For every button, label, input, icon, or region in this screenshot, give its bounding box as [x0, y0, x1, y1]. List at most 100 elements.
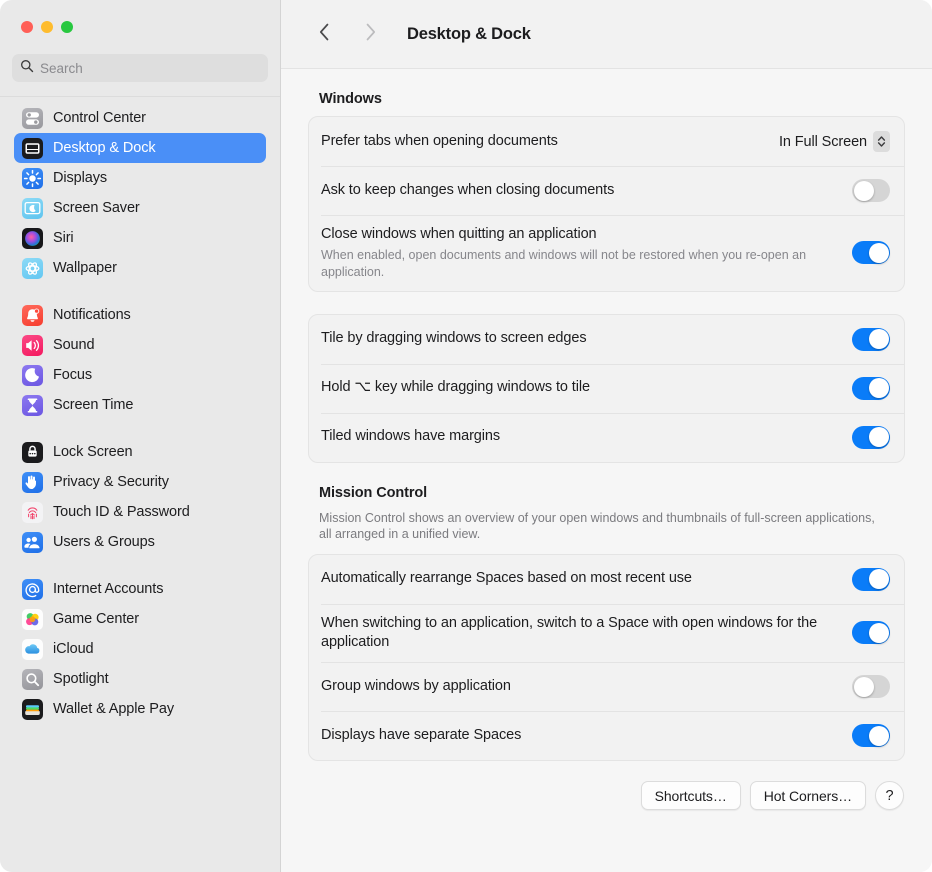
back-button[interactable] — [309, 19, 339, 49]
chevron-up-down-icon — [873, 131, 890, 152]
sidebar-item-wallpaper[interactable]: Wallpaper — [14, 253, 266, 283]
settings-row-label: Group windows by application — [321, 677, 840, 696]
sidebar-item-privacy-security[interactable]: Privacy & Security — [14, 467, 266, 497]
toggle-switch[interactable] — [852, 426, 890, 449]
section-heading: Windows — [308, 91, 905, 107]
search-icon — [20, 59, 34, 78]
siri-icon — [22, 228, 43, 249]
sidebar-item-screen-time[interactable]: Screen Time — [14, 390, 266, 420]
main-panel: Desktop & Dock Windows Prefer tabs when … — [281, 0, 932, 872]
toggle-switch[interactable] — [852, 241, 890, 264]
sidebar-item-icloud[interactable]: iCloud — [14, 634, 266, 664]
settings-row-label: Hold ⌥ key while dragging windows to til… — [321, 378, 840, 397]
hot-corners-button[interactable]: Hot Corners… — [750, 781, 866, 810]
maximize-window-button[interactable] — [61, 21, 73, 33]
privacy-and-security-icon — [22, 472, 43, 493]
toggle-knob — [854, 181, 874, 201]
wallpaper-icon — [22, 258, 43, 279]
sidebar-item-touch-id-password[interactable]: Touch ID & Password — [14, 497, 266, 527]
shortcuts-button[interactable]: Shortcuts… — [641, 781, 741, 810]
sidebar-item-game-center[interactable]: Game Center — [14, 604, 266, 634]
icloud-icon — [22, 639, 43, 660]
sidebar-item-sound[interactable]: Sound — [14, 330, 266, 360]
sidebar-item-users-groups[interactable]: Users & Groups — [14, 527, 266, 557]
minimize-window-button[interactable] — [41, 21, 53, 33]
sidebar-item-notifications[interactable]: Notifications — [14, 300, 266, 330]
sidebar-item-label: Game Center — [53, 611, 139, 627]
toggle-switch[interactable] — [852, 377, 890, 400]
settings-row-text: Hold ⌥ key while dragging windows to til… — [321, 368, 852, 407]
sidebar-item-displays[interactable]: Displays — [14, 163, 266, 193]
notifications-icon — [22, 305, 43, 326]
sidebar-list[interactable]: Control Center Desktop & Dock Displays S… — [0, 96, 280, 872]
sound-icon — [22, 335, 43, 356]
sidebar-item-desktop-dock[interactable]: Desktop & Dock — [14, 133, 266, 163]
sidebar-item-lock-screen[interactable]: Lock Screen — [14, 437, 266, 467]
sidebar-item-internet-accounts[interactable]: Internet Accounts — [14, 574, 266, 604]
sidebar-item-label: Privacy & Security — [53, 474, 169, 490]
wallet-and-apple-pay-icon — [22, 699, 43, 720]
sidebar-item-siri[interactable]: Siri — [14, 223, 266, 253]
toggle-knob — [854, 677, 874, 697]
settings-row: Automatically rearrange Spaces based on … — [309, 555, 904, 604]
settings-row-label: When switching to an application, switch… — [321, 614, 840, 653]
settings-row-text: Close windows when quitting an applicati… — [321, 215, 852, 291]
sidebar: Control Center Desktop & Dock Displays S… — [0, 0, 281, 872]
settings-row-text: Ask to keep changes when closing documen… — [321, 171, 852, 210]
toggle-switch[interactable] — [852, 621, 890, 644]
sidebar-group: Control Center Desktop & Dock Displays S… — [14, 103, 266, 283]
sidebar-item-label: Siri — [53, 230, 74, 246]
sidebar-item-spotlight[interactable]: Spotlight — [14, 664, 266, 694]
sidebar-item-label: Desktop & Dock — [53, 140, 156, 156]
system-settings-window: Control Center Desktop & Dock Displays S… — [0, 0, 932, 872]
toggle-switch[interactable] — [852, 568, 890, 591]
toggle-switch[interactable] — [852, 724, 890, 747]
sidebar-item-control-center[interactable]: Control Center — [14, 103, 266, 133]
spotlight-icon — [22, 669, 43, 690]
settings-row: Group windows by application — [309, 662, 904, 711]
sidebar-item-label: Lock Screen — [53, 444, 133, 460]
toggle-switch[interactable] — [852, 179, 890, 202]
sidebar-item-screen-saver[interactable]: Screen Saver — [14, 193, 266, 223]
popup-button[interactable]: In Full Screen — [779, 131, 890, 152]
settings-row: Ask to keep changes when closing documen… — [309, 166, 904, 215]
sidebar-item-label: Users & Groups — [53, 534, 155, 550]
sidebar-item-label: Internet Accounts — [53, 581, 163, 597]
forward-button[interactable] — [355, 19, 385, 49]
close-window-button[interactable] — [21, 21, 33, 33]
focus-icon — [22, 365, 43, 386]
settings-row-text: Tiled windows have margins — [321, 417, 852, 456]
sidebar-item-label: Wallet & Apple Pay — [53, 701, 174, 717]
internet-accounts-icon — [22, 579, 43, 600]
sidebar-item-focus[interactable]: Focus — [14, 360, 266, 390]
search-input[interactable] — [40, 61, 260, 76]
toggle-knob — [869, 726, 889, 746]
users-and-groups-icon — [22, 532, 43, 553]
chevron-right-icon — [365, 23, 376, 46]
game-center-icon — [22, 609, 43, 630]
settings-row: Close windows when quitting an applicati… — [309, 215, 904, 291]
popup-button-value: In Full Screen — [779, 134, 867, 150]
control-center-icon — [22, 108, 43, 129]
sidebar-item-wallet-apple-pay[interactable]: Wallet & Apple Pay — [14, 694, 266, 724]
search-container — [0, 54, 280, 96]
sidebar-group: Notifications Sound Focus Screen Time — [14, 300, 266, 420]
traffic-lights — [0, 0, 280, 54]
settings-card: Tile by dragging windows to screen edges… — [308, 314, 905, 463]
settings-row: Tile by dragging windows to screen edges — [309, 315, 904, 364]
toggle-switch[interactable] — [852, 328, 890, 351]
toggle-switch[interactable] — [852, 675, 890, 698]
settings-row-text: When switching to an application, switch… — [321, 604, 852, 663]
toggle-knob — [869, 243, 889, 263]
sidebar-item-label: Screen Time — [53, 397, 133, 413]
search-field[interactable] — [12, 54, 268, 82]
settings-card: Prefer tabs when opening documents In Fu… — [308, 116, 905, 292]
sidebar-item-label: Touch ID & Password — [53, 504, 190, 520]
settings-row-label: Tiled windows have margins — [321, 427, 840, 446]
help-button[interactable]: ? — [875, 781, 904, 810]
sidebar-item-label: Focus — [53, 367, 92, 383]
touch-id-icon — [22, 502, 43, 523]
screen-saver-icon — [22, 198, 43, 219]
settings-content: Windows Prefer tabs when opening documen… — [281, 69, 932, 872]
sidebar-item-label: Spotlight — [53, 671, 109, 687]
